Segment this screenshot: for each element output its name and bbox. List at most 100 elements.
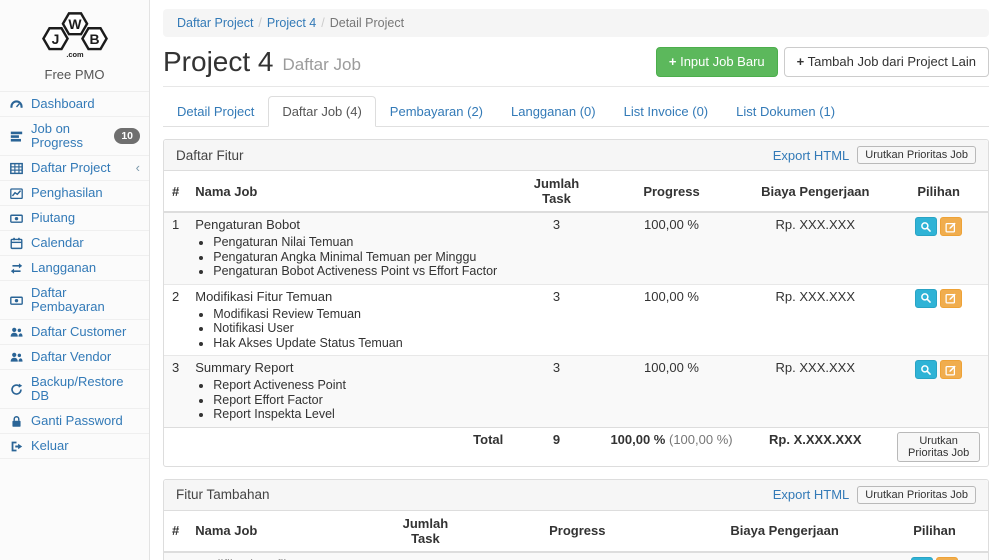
- tambah-job-dari-project-lain-button[interactable]: + Tambah Job dari Project Lain: [784, 47, 989, 77]
- sidebar-item-label: Piutang: [31, 211, 75, 225]
- gauge-icon: [9, 98, 24, 111]
- table-row: 1 Modifikasi Profil User Tab F/U Temuan …: [164, 552, 988, 560]
- sidebar-item-daftar-customer[interactable]: Daftar Customer: [0, 320, 149, 345]
- actions-cell: [889, 284, 988, 356]
- sidebar-item-job-on-progress[interactable]: Job on Progress 10: [0, 117, 149, 156]
- tab-daftar-job[interactable]: Daftar Job (4): [268, 96, 375, 127]
- edit-job-button[interactable]: [936, 557, 958, 560]
- breadcrumb-current: Detail Project: [330, 16, 404, 30]
- daftar-fitur-table: # Nama Job Jumlah Task Progress Biaya Pe…: [164, 171, 988, 466]
- tab-detail-project[interactable]: Detail Project: [163, 96, 268, 127]
- view-job-button[interactable]: [911, 557, 933, 560]
- total-biaya: Rp. X.XXX.XXX: [741, 427, 889, 466]
- plus-icon: +: [797, 54, 805, 69]
- job-name: Pengaturan Bobot: [195, 217, 300, 232]
- sidebar-item-label: Job on Progress: [31, 122, 107, 150]
- table-row: 3 Summary Report Report Activeness Point…: [164, 356, 988, 428]
- sidebar-item-label: Daftar Customer: [31, 325, 126, 339]
- panel-title: Fitur Tambahan: [176, 487, 270, 502]
- sidebar: W J B .com Free PMO Dashboard Job on Pro…: [0, 0, 150, 560]
- tab-langganan[interactable]: Langganan (0): [497, 96, 610, 127]
- job-name: Modifikasi Profil User: [195, 557, 317, 560]
- page-title: Project 4: [163, 46, 274, 78]
- column-header: Progress: [467, 511, 689, 552]
- sidebar-item-piutang[interactable]: Piutang: [0, 206, 149, 231]
- total-actions-cell: Urutkan Prioritas Job: [889, 427, 988, 466]
- sign-out-icon: [9, 440, 24, 453]
- column-header: Pilihan: [881, 511, 988, 552]
- column-header: Jumlah Task: [511, 171, 601, 212]
- subtask: Report Effort Factor: [213, 393, 503, 408]
- chevron-left-icon: ‹: [136, 161, 140, 175]
- sidebar-item-daftar-vendor[interactable]: Daftar Vendor: [0, 345, 149, 370]
- breadcrumb: Daftar Project / Project 4 / Detail Project: [163, 9, 989, 37]
- subtask: Modifikasi Review Temuan: [213, 307, 503, 322]
- tab-pembayaran[interactable]: Pembayaran (2): [376, 96, 497, 127]
- sidebar-item-daftar-project[interactable]: Daftar Project ‹: [0, 156, 149, 181]
- breadcrumb-daftar-project[interactable]: Daftar Project: [177, 16, 253, 30]
- column-header: Progress: [602, 171, 742, 212]
- page-subtitle: Daftar Job: [283, 49, 361, 75]
- actions-cell: [889, 212, 988, 284]
- sidebar-item-daftar-pembayaran[interactable]: Daftar Pembayaran: [0, 281, 149, 320]
- row-number: 1: [164, 212, 187, 284]
- input-job-baru-button[interactable]: + Input Job Baru: [656, 47, 778, 77]
- column-header: Nama Job: [187, 511, 384, 552]
- view-job-button[interactable]: [915, 217, 937, 236]
- edit-job-button[interactable]: [940, 289, 962, 308]
- breadcrumb-project-4[interactable]: Project 4: [267, 16, 316, 30]
- sidebar-item-penghasilan[interactable]: Penghasilan: [0, 181, 149, 206]
- svg-text:W: W: [68, 16, 82, 32]
- tab-list-dokumen[interactable]: List Dokumen (1): [722, 96, 849, 127]
- sidebar-item-ganti-password[interactable]: Ganti Password: [0, 409, 149, 434]
- sidebar-item-label: Ganti Password: [31, 414, 123, 428]
- button-label: Tambah Job dari Project Lain: [808, 54, 976, 69]
- sidebar-item-label: Keluar: [31, 439, 69, 453]
- job-name: Modifikasi Fitur Temuan: [195, 289, 332, 304]
- job-name-cell: Modifikasi Profil User Tab F/U Temuan: [187, 552, 384, 560]
- subtask: Pengaturan Nilai Temuan: [213, 235, 503, 250]
- subtask: Pengaturan Angka Minimal Temuan per Ming…: [213, 250, 503, 265]
- svg-text:B: B: [89, 31, 99, 47]
- view-job-button[interactable]: [915, 360, 937, 379]
- column-header: Jumlah Task: [384, 511, 466, 552]
- total-progress: 100,00 % (100,00 %): [602, 427, 742, 466]
- view-job-button[interactable]: [915, 289, 937, 308]
- subtask: Report Activeness Point: [213, 378, 503, 393]
- sidebar-item-label: Daftar Pembayaran: [31, 286, 140, 314]
- table-icon: [9, 162, 24, 175]
- sidebar-item-calendar[interactable]: Calendar: [0, 231, 149, 256]
- task-count: 1: [384, 552, 466, 560]
- export-html-link[interactable]: Export HTML: [773, 487, 850, 502]
- refresh-icon: [9, 383, 24, 396]
- sidebar-item-label: Dashboard: [31, 97, 95, 111]
- progress-count-badge: 10: [114, 128, 140, 144]
- total-label: Total: [164, 427, 511, 466]
- edit-job-button[interactable]: [940, 360, 962, 379]
- edit-job-button[interactable]: [940, 217, 962, 236]
- urutkan-prioritas-job-button[interactable]: Urutkan Prioritas Job: [897, 432, 980, 462]
- sidebar-item-keluar[interactable]: Keluar: [0, 434, 149, 459]
- job-name-cell: Summary Report Report Activeness Point R…: [187, 356, 511, 428]
- job-name-cell: Modifikasi Fitur Temuan Modifikasi Revie…: [187, 284, 511, 356]
- table-row: 2 Modifikasi Fitur Temuan Modifikasi Rev…: [164, 284, 988, 356]
- sidebar-item-dashboard[interactable]: Dashboard: [0, 92, 149, 117]
- app-name: Free PMO: [0, 67, 149, 82]
- sidebar-item-langganan[interactable]: Langganan: [0, 256, 149, 281]
- users-icon: [9, 351, 24, 364]
- breadcrumb-separator: /: [321, 16, 324, 30]
- urutkan-prioritas-job-button[interactable]: Urutkan Prioritas Job: [857, 486, 976, 504]
- job-name-cell: Pengaturan Bobot Pengaturan Nilai Temuan…: [187, 212, 511, 284]
- progress-value: 100,00 %: [467, 552, 689, 560]
- lock-icon: [9, 415, 24, 428]
- panel-title: Daftar Fitur: [176, 148, 244, 163]
- biaya-value: Rp. XXX.XXX: [688, 552, 881, 560]
- sidebar-item-backup-restore-db[interactable]: Backup/Restore DB: [0, 370, 149, 409]
- total-tasks: 9: [511, 427, 601, 466]
- breadcrumb-separator: /: [258, 16, 261, 30]
- tab-list-invoice[interactable]: List Invoice (0): [610, 96, 723, 127]
- job-name: Summary Report: [195, 360, 293, 375]
- logo[interactable]: W J B .com Free PMO: [0, 0, 149, 92]
- export-html-link[interactable]: Export HTML: [773, 148, 850, 163]
- urutkan-prioritas-job-button[interactable]: Urutkan Prioritas Job: [857, 146, 976, 164]
